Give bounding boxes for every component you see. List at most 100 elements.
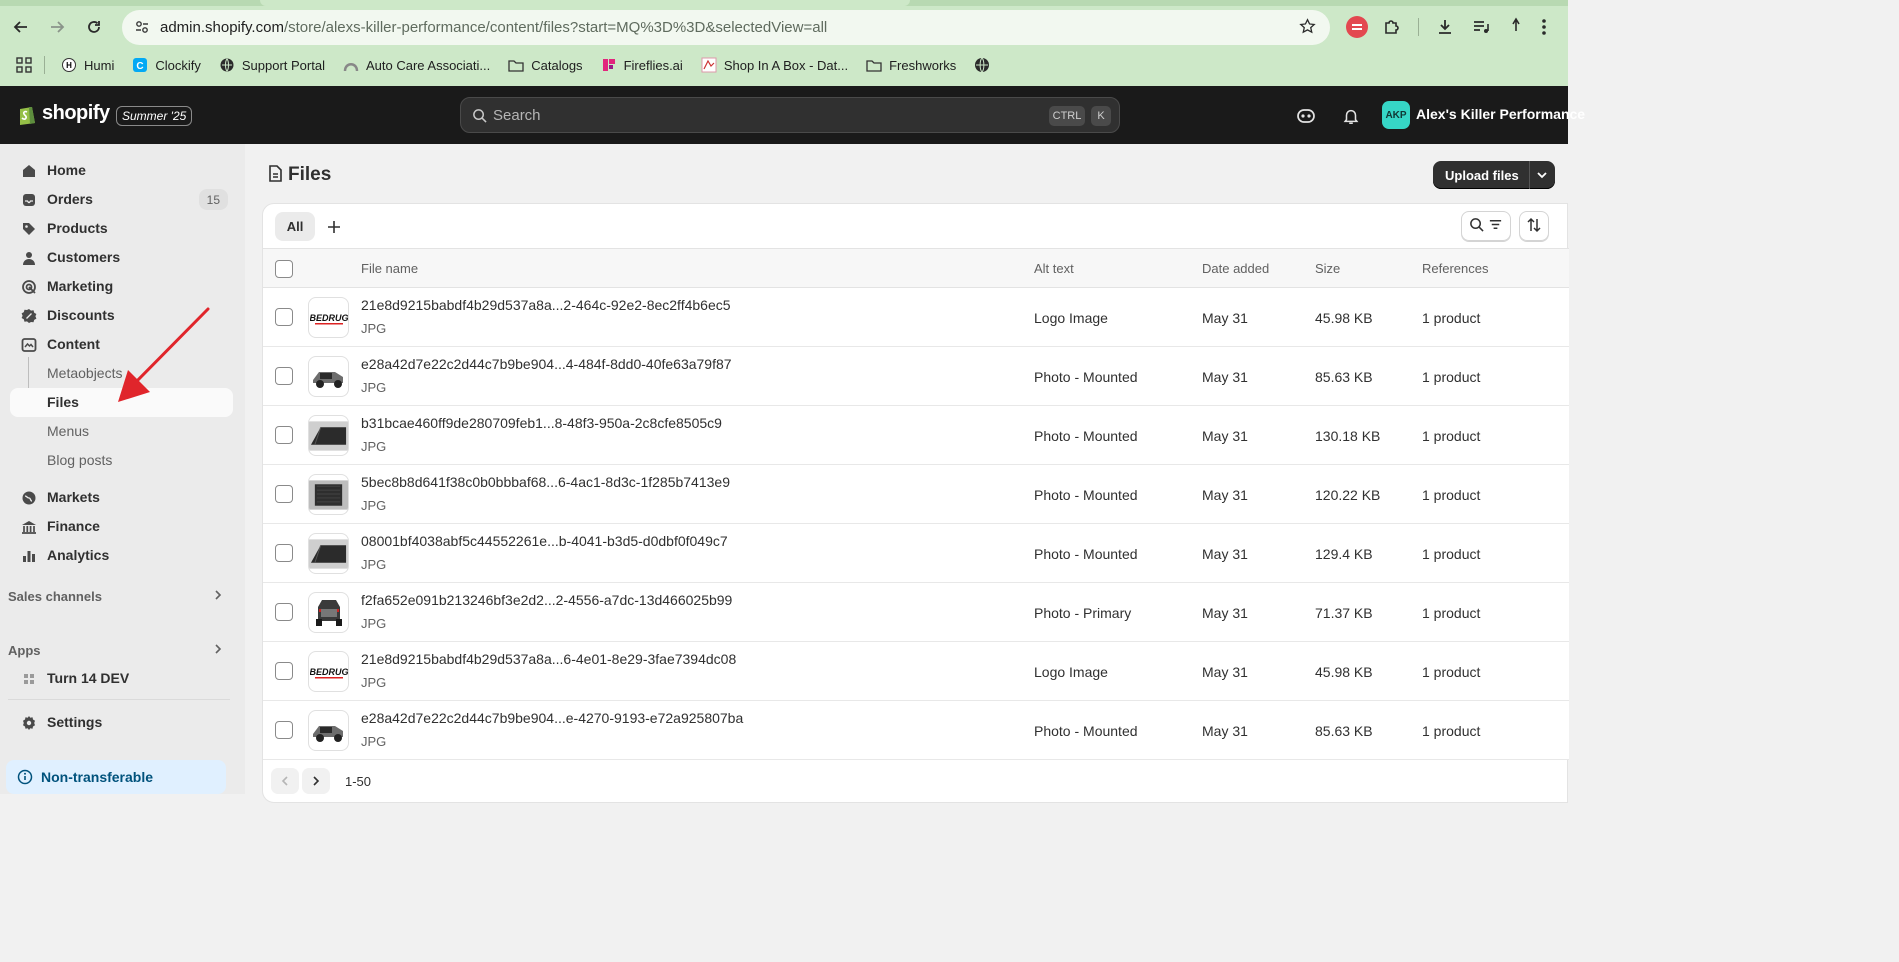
file-thumbnail[interactable]: BEDRUG xyxy=(308,651,349,692)
media-queue-icon[interactable] xyxy=(1471,17,1491,37)
file-name[interactable]: f2fa652e091b213246bf3e2d2...2-4556-a7dc-… xyxy=(361,592,732,608)
sidebar-item-blog-posts[interactable]: Blog posts xyxy=(10,446,233,475)
site-settings-icon[interactable] xyxy=(134,19,150,39)
references[interactable]: 1 product xyxy=(1422,487,1480,503)
add-view-icon[interactable] xyxy=(323,216,345,238)
file-name[interactable]: e28a42d7e22c2d44c7b9be904...e-4270-9193-… xyxy=(361,710,743,726)
references[interactable]: 1 product xyxy=(1422,723,1480,739)
sidebar-item-products[interactable]: Products xyxy=(10,214,233,243)
sidebar-item-customers[interactable]: Customers xyxy=(10,243,233,272)
chevron-down-icon[interactable] xyxy=(1534,167,1550,186)
extensions-puzzle-icon[interactable] xyxy=(1382,17,1402,37)
file-thumbnail[interactable]: BEDRUG xyxy=(308,297,349,338)
bookmark-fireflies[interactable]: Fireflies.ai xyxy=(601,57,683,73)
references[interactable]: 1 product xyxy=(1422,664,1480,680)
sidebar-item-markets[interactable]: Markets xyxy=(10,483,233,512)
non-transferable-banner[interactable]: Non-transferable xyxy=(6,760,226,794)
bookmark-star-icon[interactable] xyxy=(1299,18,1316,39)
table-row[interactable]: e28a42d7e22c2d44c7b9be904...e-4270-9193-… xyxy=(263,701,1569,760)
column-header-file-name[interactable]: File name xyxy=(361,261,418,276)
edition-badge[interactable]: Summer '25 xyxy=(116,106,193,126)
references[interactable]: 1 product xyxy=(1422,428,1480,444)
column-header-alt-text[interactable]: Alt text xyxy=(1034,261,1074,276)
download-icon[interactable] xyxy=(1435,17,1455,37)
file-name[interactable]: 21e8d9215babdf4b29d537a8a...6-4e01-8e29-… xyxy=(361,651,736,667)
file-name[interactable]: e28a42d7e22c2d44c7b9be904...4-484f-8dd0-… xyxy=(361,356,732,372)
bookmark-freshworks[interactable]: Freshworks xyxy=(866,57,956,73)
sidebar-item-analytics[interactable]: Analytics xyxy=(10,541,233,570)
forward-icon[interactable] xyxy=(44,14,70,40)
table-row[interactable]: e28a42d7e22c2d44c7b9be904...4-484f-8dd0-… xyxy=(263,347,1569,406)
sidebar-item-home[interactable]: Home xyxy=(10,156,233,185)
row-checkbox[interactable] xyxy=(275,544,293,562)
file-thumbnail[interactable] xyxy=(308,356,349,397)
sidekick-icon[interactable] xyxy=(1295,105,1317,127)
row-checkbox[interactable] xyxy=(275,603,293,621)
file-name[interactable]: 21e8d9215babdf4b29d537a8a...2-464c-92e2-… xyxy=(361,297,731,313)
file-name[interactable]: 5bec8b8d641f38c0b0bbbaf68...6-4ac1-8d3c-… xyxy=(361,474,730,490)
search-bar[interactable]: Search CTRL K xyxy=(460,97,1120,133)
file-thumbnail[interactable] xyxy=(308,415,349,456)
bookmark-catalogs[interactable]: Catalogs xyxy=(508,57,583,73)
pin-icon[interactable] xyxy=(1509,17,1523,37)
bookmark-auto-care[interactable]: Auto Care Associati... xyxy=(343,57,490,73)
select-all-checkbox[interactable] xyxy=(275,260,293,278)
reload-icon[interactable] xyxy=(81,14,107,40)
shopify-logo[interactable]: shopify xyxy=(18,102,110,125)
bookmark-support-portal[interactable]: Support Portal xyxy=(219,57,325,73)
bookmark-shop-in-a-box[interactable]: Shop In A Box - Dat... xyxy=(701,57,848,73)
references[interactable]: 1 product xyxy=(1422,546,1480,562)
file-name[interactable]: 08001bf4038abf5c44552261e...b-4041-b3d5-… xyxy=(361,533,728,549)
sidebar-item-settings[interactable]: Settings xyxy=(10,708,233,737)
file-thumbnail[interactable] xyxy=(308,533,349,574)
row-checkbox[interactable] xyxy=(275,426,293,444)
column-header-references[interactable]: References xyxy=(1422,261,1488,276)
table-row[interactable]: BEDRUG 21e8d9215babdf4b29d537a8a...2-464c… xyxy=(263,288,1569,347)
previous-page-button[interactable] xyxy=(271,768,299,794)
row-checkbox[interactable] xyxy=(275,367,293,385)
sort-button[interactable] xyxy=(1519,211,1549,241)
address-bar[interactable]: admin.shopify.com/store/alexs-killer-per… xyxy=(122,10,1330,45)
search-filter-button[interactable] xyxy=(1461,211,1511,241)
file-thumbnail[interactable] xyxy=(308,474,349,515)
row-checkbox[interactable] xyxy=(275,721,293,739)
file-name[interactable]: b31bcae460ff9de280709feb1...8-48f3-950a-… xyxy=(361,415,722,431)
active-tab[interactable] xyxy=(260,0,910,6)
table-row[interactable]: 5bec8b8d641f38c0b0bbbaf68...6-4ac1-8d3c-… xyxy=(263,465,1569,524)
sidebar-item-turn14[interactable]: Turn 14 DEV xyxy=(10,664,233,693)
table-row[interactable]: f2fa652e091b213246bf3e2d2...2-4556-a7dc-… xyxy=(263,583,1569,642)
store-avatar[interactable]: AKP xyxy=(1382,101,1410,129)
sidebar-label: Settings xyxy=(47,714,103,730)
table-row[interactable]: BEDRUG 21e8d9215babdf4b29d537a8a...6-4e01… xyxy=(263,642,1569,701)
table-row[interactable]: b31bcae460ff9de280709feb1...8-48f3-950a-… xyxy=(263,406,1569,465)
bell-icon[interactable] xyxy=(1340,105,1362,127)
column-header-date-added[interactable]: Date added xyxy=(1202,261,1269,276)
apps-grid-icon[interactable] xyxy=(16,57,32,73)
bookmark-clockify[interactable]: C Clockify xyxy=(132,57,201,73)
sidebar-section-sales-channels[interactable]: Sales channels xyxy=(8,586,230,606)
table-row[interactable]: 08001bf4038abf5c44552261e...b-4041-b3d5-… xyxy=(263,524,1569,583)
row-checkbox[interactable] xyxy=(275,662,293,680)
bookmark-globe[interactable] xyxy=(974,57,997,73)
row-checkbox[interactable] xyxy=(275,308,293,326)
extension-red-icon[interactable] xyxy=(1346,16,1368,38)
sidebar-item-orders[interactable]: Orders 15 xyxy=(10,185,233,214)
tab-all[interactable]: All xyxy=(275,212,315,241)
bookmark-humi[interactable]: H Humi xyxy=(61,57,114,73)
sidebar-item-marketing[interactable]: Marketing xyxy=(10,272,233,301)
file-thumbnail[interactable] xyxy=(308,592,349,633)
next-page-button[interactable] xyxy=(302,768,330,794)
column-header-size[interactable]: Size xyxy=(1315,261,1340,276)
store-name[interactable]: Alex's Killer Performance xyxy=(1416,106,1585,122)
row-checkbox[interactable] xyxy=(275,485,293,503)
references[interactable]: 1 product xyxy=(1422,605,1480,621)
back-icon[interactable] xyxy=(8,14,34,40)
menu-kebab-icon[interactable] xyxy=(1541,17,1547,37)
sidebar-section-apps[interactable]: Apps xyxy=(8,640,230,660)
sidebar-item-menus[interactable]: Menus xyxy=(10,417,233,446)
references[interactable]: 1 product xyxy=(1422,369,1480,385)
sidebar-item-finance[interactable]: Finance xyxy=(10,512,233,541)
references[interactable]: 1 product xyxy=(1422,310,1480,326)
file-thumbnail[interactable] xyxy=(308,710,349,751)
upload-files-button[interactable]: Upload files xyxy=(1433,161,1555,189)
